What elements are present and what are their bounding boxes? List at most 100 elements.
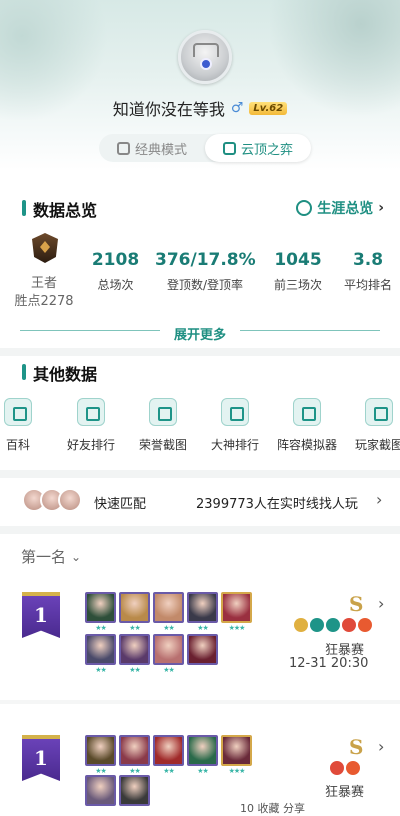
expand-more-button[interactable]: 展开更多 [0, 322, 400, 343]
chevron-right-icon: › [378, 594, 385, 613]
tool-label: 荣誉截图 [138, 438, 187, 452]
career-overview-link[interactable]: 生涯总览 › [296, 198, 384, 218]
match-record[interactable]: 1 ★★ ★★ ★★ ★★ ★★★ S 狂暴赛 › [0, 733, 400, 815]
hexagon-icon [293, 398, 321, 426]
placement-filter[interactable]: 第一名 ⌄ [21, 546, 81, 567]
tool-label: 阵容模拟器 [276, 438, 337, 452]
star-level: ★★ [197, 767, 209, 775]
stat-top-three: 1045 前三场次 [268, 250, 328, 293]
stat-value: 3.8 [352, 250, 384, 270]
match-mode: 狂暴赛 [324, 785, 364, 800]
flame-icon [358, 618, 372, 632]
bottom-action-bar[interactable]: 10 收藏 分享 [240, 800, 305, 816]
tab-classic-mode[interactable]: 经典模式 [99, 134, 205, 162]
star-level: ★★★ [228, 624, 246, 632]
augment-icon [310, 618, 324, 632]
star-level: ★★★ [228, 767, 246, 775]
flame-icon [346, 761, 360, 775]
stat-label: 总场次 [97, 278, 134, 292]
section-gap [0, 526, 400, 534]
player-name: 知道你没在等我 [112, 100, 225, 119]
stat-total-games: 2108 总场次 [88, 250, 143, 293]
online-count-text: 2399773人在实时线找人玩 [196, 497, 358, 512]
champion-portrait [119, 735, 150, 766]
tool-master-ranking[interactable]: 大神排行 [195, 398, 275, 453]
tool-player-screenshot[interactable]: 玩家截图 [339, 398, 400, 453]
section-accent [22, 200, 26, 216]
champion-portrait [221, 592, 252, 623]
gold-coins-icon [294, 618, 308, 632]
avatar[interactable] [178, 30, 232, 84]
stat-value: 2108 [91, 250, 140, 270]
champion-portrait [119, 775, 150, 806]
placement-banner: 1 [22, 592, 60, 638]
chevron-right-icon: › [378, 737, 385, 756]
tool-label: 好友排行 [66, 438, 115, 452]
champion-portrait [119, 592, 150, 623]
tab-label: 云顶之弈 [240, 142, 293, 158]
separator [0, 700, 400, 704]
tool-comp-simulator[interactable]: 阵容模拟器 [267, 398, 347, 453]
career-overview-label: 生涯总览 [317, 201, 374, 217]
tab-label: 经典模式 [134, 142, 187, 158]
crop-icon [149, 398, 177, 426]
augment-icons [294, 618, 372, 632]
champion-portrait [119, 634, 150, 665]
placement-banner: 1 [22, 735, 60, 781]
champion-portrait [187, 634, 218, 665]
star-level: ★★ [129, 666, 141, 674]
chevron-right-icon: › [378, 200, 384, 216]
star-level: ★★ [129, 767, 141, 775]
champion-portrait [85, 735, 116, 766]
placement-number: 1 [34, 603, 48, 627]
male-symbol-icon: ♂ [230, 100, 244, 116]
chevron-down-icon: ⌄ [71, 549, 82, 564]
stat-value: 376/17.8% [155, 250, 256, 270]
grade-label: S [349, 735, 364, 759]
rank-points: 胜点2278 [14, 294, 74, 309]
champion-portrait [85, 592, 116, 623]
expand-more-label: 展开更多 [173, 328, 226, 343]
star-level: ★★ [197, 624, 209, 632]
overview-title: 数据总览 [33, 201, 98, 220]
rank-emblem-icon [32, 233, 58, 263]
star-level: ★★ [129, 624, 141, 632]
level-badge: Lv.62 [249, 101, 288, 115]
star-level: ★★ [163, 624, 175, 632]
star-level: ★★ [163, 767, 175, 775]
classic-mode-icon [116, 141, 130, 155]
tool-friend-ranking[interactable]: 好友排行 [51, 398, 131, 453]
other-data-title: 其他数据 [33, 365, 98, 384]
star-level: ★★ [163, 666, 175, 674]
bar-chart-icon [221, 398, 249, 426]
tab-tft-mode[interactable]: 云顶之弈 [205, 134, 311, 162]
champion-portrait [85, 775, 116, 806]
stat-avg-rank: 3.8 平均排名 [338, 250, 398, 293]
tool-label: 玩家截图 [354, 438, 400, 452]
stat-top-rate: 376/17.8% 登顶数/登顶率 [155, 250, 256, 293]
grade-label: S [349, 592, 364, 616]
match-record[interactable]: 1 ★★ ★★ ★★ ★★ ★★★ ★★ ★★ ★★ S 狂暴赛 12-31 20:30 › [0, 590, 400, 700]
tool-label: 大神排行 [210, 438, 259, 452]
star-level: ★★ [95, 767, 107, 775]
mode-switch: 经典模式 云顶之弈 [99, 134, 311, 162]
star-level: ★★ [95, 666, 107, 674]
stat-value: 1045 [274, 250, 322, 270]
section-gap [0, 470, 400, 478]
champion-portrait [221, 735, 252, 766]
augment-icons [330, 761, 360, 775]
placement-number: 1 [34, 746, 48, 770]
avatar [58, 488, 82, 512]
champion-portrait [153, 735, 184, 766]
star-level: ★★ [95, 624, 107, 632]
stat-label: 登顶数/登顶率 [166, 278, 244, 292]
tool-honor-screenshot[interactable]: 荣誉截图 [123, 398, 203, 453]
profile-name-row: 知道你没在等我 ♂ Lv.62 [0, 96, 400, 120]
tft-mode-icon [222, 141, 236, 155]
section-gap [0, 348, 400, 356]
stat-label: 前三场次 [273, 278, 322, 292]
quick-match-bar[interactable]: 快速匹配 2399773人在实时线找人玩 › [0, 486, 400, 516]
tool-encyclopedia[interactable]: 百科 [0, 398, 58, 453]
champion-portrait [153, 634, 184, 665]
swords-icon [330, 761, 344, 775]
